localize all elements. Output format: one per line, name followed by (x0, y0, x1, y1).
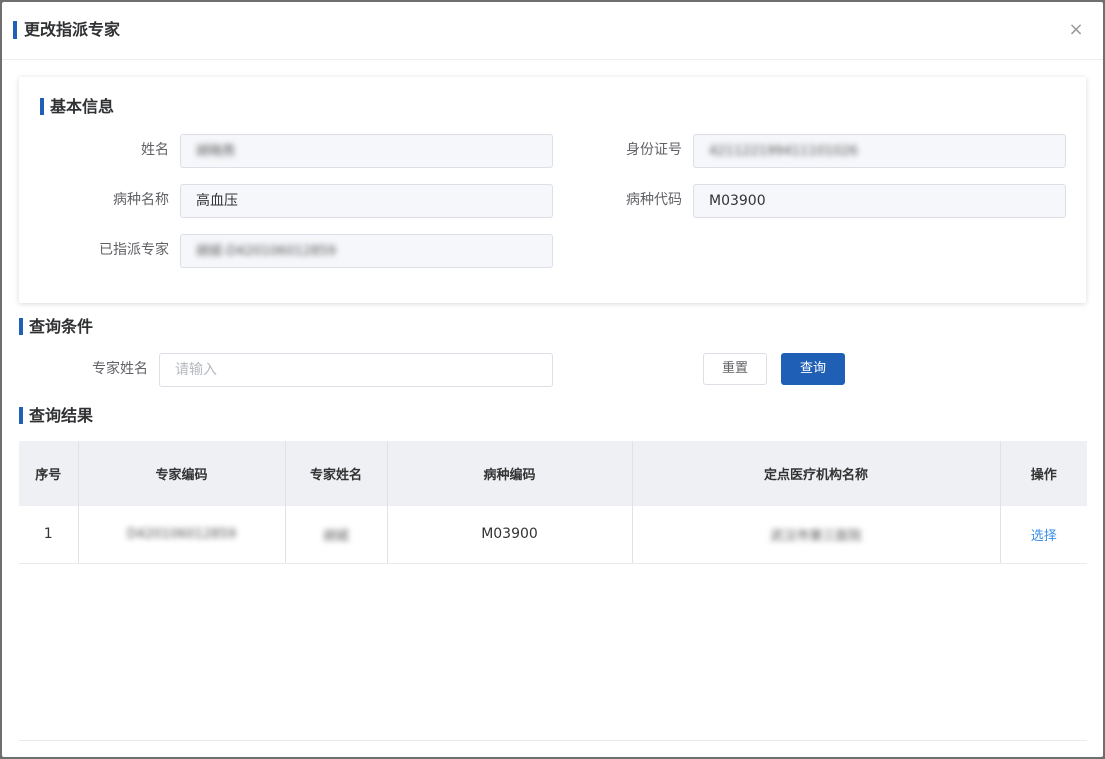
disease-name-field: 高血压 (180, 184, 553, 218)
dialog-title: 更改指派专家 (24, 20, 121, 39)
assigned-expert-field: 胡斌-D420106012859 (180, 234, 553, 268)
col-disease-code-header: 病种编码 (387, 441, 633, 506)
basic-info-title: 基本信息 (50, 97, 115, 116)
close-icon[interactable]: × (1067, 21, 1085, 39)
expert-code-value: D420106012859 (126, 527, 237, 543)
col-expert-name-header: 专家姓名 (285, 441, 388, 506)
row-index: 1 (19, 506, 79, 564)
query-accent-bar (19, 318, 23, 335)
name-label: 姓名 (141, 142, 169, 158)
table-header-row: 序号 专家编码 专家姓名 病种编码 定点医疗机构名称 操作 (19, 441, 1087, 506)
assigned-expert-label: 已指派专家 (99, 242, 169, 258)
table-row: 1 D420106012859 胡斌 M03900 武汉市第三医院 选择 (19, 506, 1087, 564)
col-expert-code-header: 专家编码 (78, 441, 286, 506)
results-accent-bar (19, 407, 23, 424)
name-value: 胡晓燕 (196, 144, 236, 159)
query-button[interactable]: 查询 (781, 353, 845, 385)
change-expert-dialog: 更改指派专家 × 基本信息 姓名 胡晓燕 身份证号 42112219941110… (2, 2, 1103, 757)
id-number-value: 421122199411101026 (709, 144, 858, 159)
name-field: 胡晓燕 (180, 134, 553, 168)
row-expert-name: 胡斌 (285, 506, 388, 564)
row-expert-code: D420106012859 (78, 506, 286, 564)
query-results-title: 查询结果 (29, 406, 94, 425)
assigned-expert-value: 胡斌-D420106012859 (196, 244, 336, 259)
results-table: 序号 专家编码 专家姓名 病种编码 定点医疗机构名称 操作 1 D4201060… (19, 441, 1087, 564)
basic-info-card: 基本信息 姓名 胡晓燕 身份证号 421122199411101026 病种名称… (19, 77, 1086, 303)
row-institution: 武汉市第三医院 (632, 506, 1001, 564)
row-disease-code: M03900 (387, 506, 633, 564)
col-action-header: 操作 (1000, 441, 1087, 506)
col-institution-header: 定点医疗机构名称 (632, 441, 1001, 506)
expert-name-input[interactable] (159, 353, 553, 387)
select-link[interactable]: 选择 (1031, 529, 1057, 544)
institution-value: 武汉市第三医院 (770, 528, 862, 544)
expert-name-value: 胡斌 (322, 528, 349, 544)
reset-button[interactable]: 重置 (703, 353, 767, 385)
disease-code-label: 病种代码 (626, 192, 682, 208)
section-accent-bar (40, 98, 44, 115)
disease-code-field: M03900 (693, 184, 1066, 218)
col-index-header: 序号 (19, 441, 79, 506)
title-accent-bar (13, 21, 17, 39)
row-action: 选择 (1000, 506, 1087, 564)
id-number-field: 421122199411101026 (693, 134, 1066, 168)
dialog-header: 更改指派专家 × (2, 2, 1103, 60)
disease-name-label: 病种名称 (113, 192, 169, 208)
id-number-label: 身份证号 (626, 142, 682, 158)
expert-name-label: 专家姓名 (92, 361, 148, 377)
footer-divider (19, 740, 1087, 741)
query-conditions-title: 查询条件 (29, 317, 94, 336)
